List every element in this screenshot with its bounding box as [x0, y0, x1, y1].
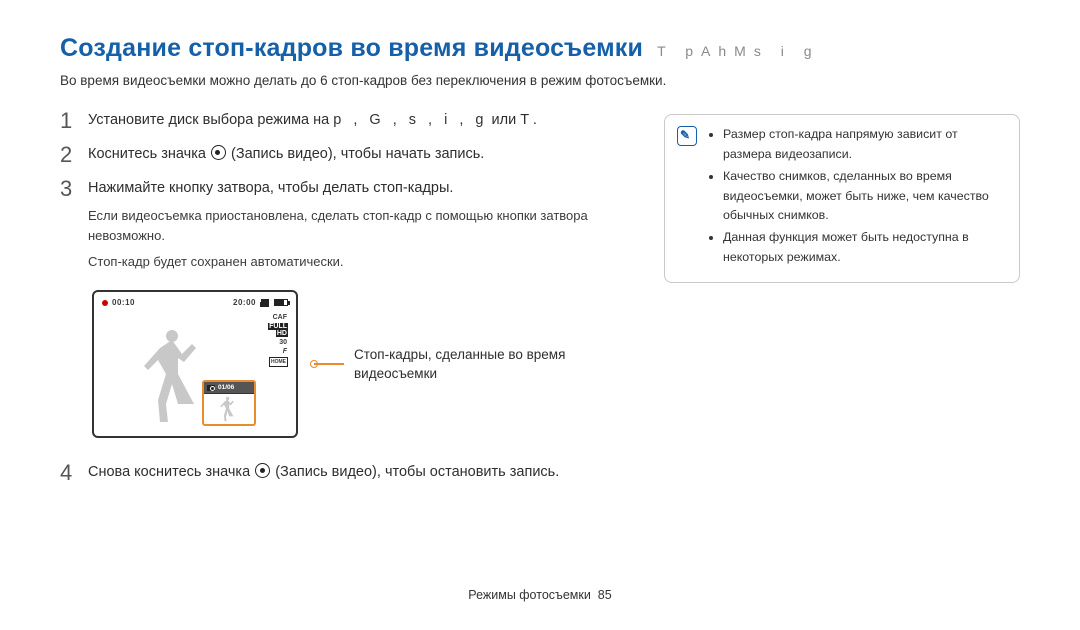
- badge-home: HOME: [269, 357, 288, 367]
- mode-strip: T pAhMs i g: [657, 43, 819, 59]
- battery-icon: [274, 299, 288, 306]
- step-2-text-a: Коснитесь значка: [88, 146, 210, 162]
- step-1-text-b: или T .: [487, 112, 536, 128]
- badge-30: 30: [278, 339, 288, 346]
- step-3-sub2: Стоп-кадр будет сохранен автоматически.: [88, 252, 630, 272]
- intro-text: Во время видеосъемки можно делать до 6 с…: [60, 73, 1020, 88]
- camera-screen: 00:10 20:00 CAF FULL HD 30 F HOME: [92, 290, 298, 438]
- page-title: Создание стоп-кадров во время видеосъемк…: [60, 34, 643, 63]
- page-footer: Режимы фотосъемки 85: [0, 588, 1080, 602]
- left-column: 1 Установите диск выбора режима на p , G…: [60, 110, 630, 496]
- badge-stack: CAF FULL HD 30 F HOME: [268, 314, 288, 367]
- step-4-text-a: Снова коснитесь значка: [88, 464, 254, 480]
- thumbnail-counter: 01/06: [218, 384, 234, 391]
- thumbnail-header: 01/06: [204, 382, 254, 394]
- note-item: Данная функция может быть недоступна в н…: [723, 228, 1007, 268]
- step-2-text-b: (Запись видео), чтобы начать запись.: [227, 146, 484, 162]
- note-item: Размер стоп-кадра напрямую зависит от ра…: [723, 125, 1007, 165]
- step-2: 2 Коснитесь значка (Запись видео), чтобы…: [60, 144, 630, 166]
- step-4: 4 Снова коснитесь значка (Запись видео),…: [60, 462, 630, 484]
- step-1: 1 Установите диск выбора режима на p , G…: [60, 110, 630, 132]
- step-4-text-b: (Запись видео), чтобы остановить запись.: [271, 464, 559, 480]
- camera-icon: [207, 385, 215, 391]
- dancer-silhouette-icon: [138, 326, 208, 426]
- step-number: 3: [60, 178, 76, 272]
- step-number: 4: [60, 462, 76, 484]
- mode-list: p , G , s , i , g: [333, 112, 487, 128]
- camera-figure: 00:10 20:00 CAF FULL HD 30 F HOME: [92, 290, 630, 438]
- memory-card-icon: [260, 299, 270, 307]
- step-3: 3 Нажимайте кнопку затвора, чтобы делать…: [60, 178, 630, 272]
- thumbnail-dancer-icon: [204, 394, 254, 424]
- footer-page-number: 85: [598, 588, 612, 602]
- elapsed-time: 00:10: [112, 298, 135, 307]
- callout-leader-line: [314, 363, 344, 365]
- badge-f: F: [282, 348, 288, 355]
- right-column: Размер стоп-кадра напрямую зависит от ра…: [664, 110, 1020, 496]
- record-icon: [211, 145, 226, 160]
- recording-indicator-icon: [102, 300, 108, 306]
- footer-section: Режимы фотосъемки: [468, 588, 591, 602]
- badge-full: FULL: [268, 323, 288, 330]
- step-number: 2: [60, 144, 76, 166]
- badge-caf: CAF: [272, 314, 288, 321]
- note-box: Размер стоп-кадра напрямую зависит от ра…: [664, 114, 1020, 283]
- step-3-sub1: Если видеосъемка приостановлена, сделать…: [88, 206, 630, 246]
- still-thumbnail: 01/06: [202, 380, 256, 426]
- note-icon: [677, 126, 697, 146]
- figure-caption: Стоп-кадры, сделанные во время видеосъем…: [354, 345, 584, 384]
- step-3-text: Нажимайте кнопку затвора, чтобы делать с…: [88, 180, 453, 196]
- remaining-time: 20:00: [233, 298, 256, 307]
- note-item: Качество снимков, сделанных во время вид…: [723, 167, 1007, 227]
- record-icon: [255, 463, 270, 478]
- step-1-text-a: Установите диск выбора режима на: [88, 112, 333, 128]
- step-number: 1: [60, 110, 76, 132]
- badge-hd: HD: [276, 330, 288, 337]
